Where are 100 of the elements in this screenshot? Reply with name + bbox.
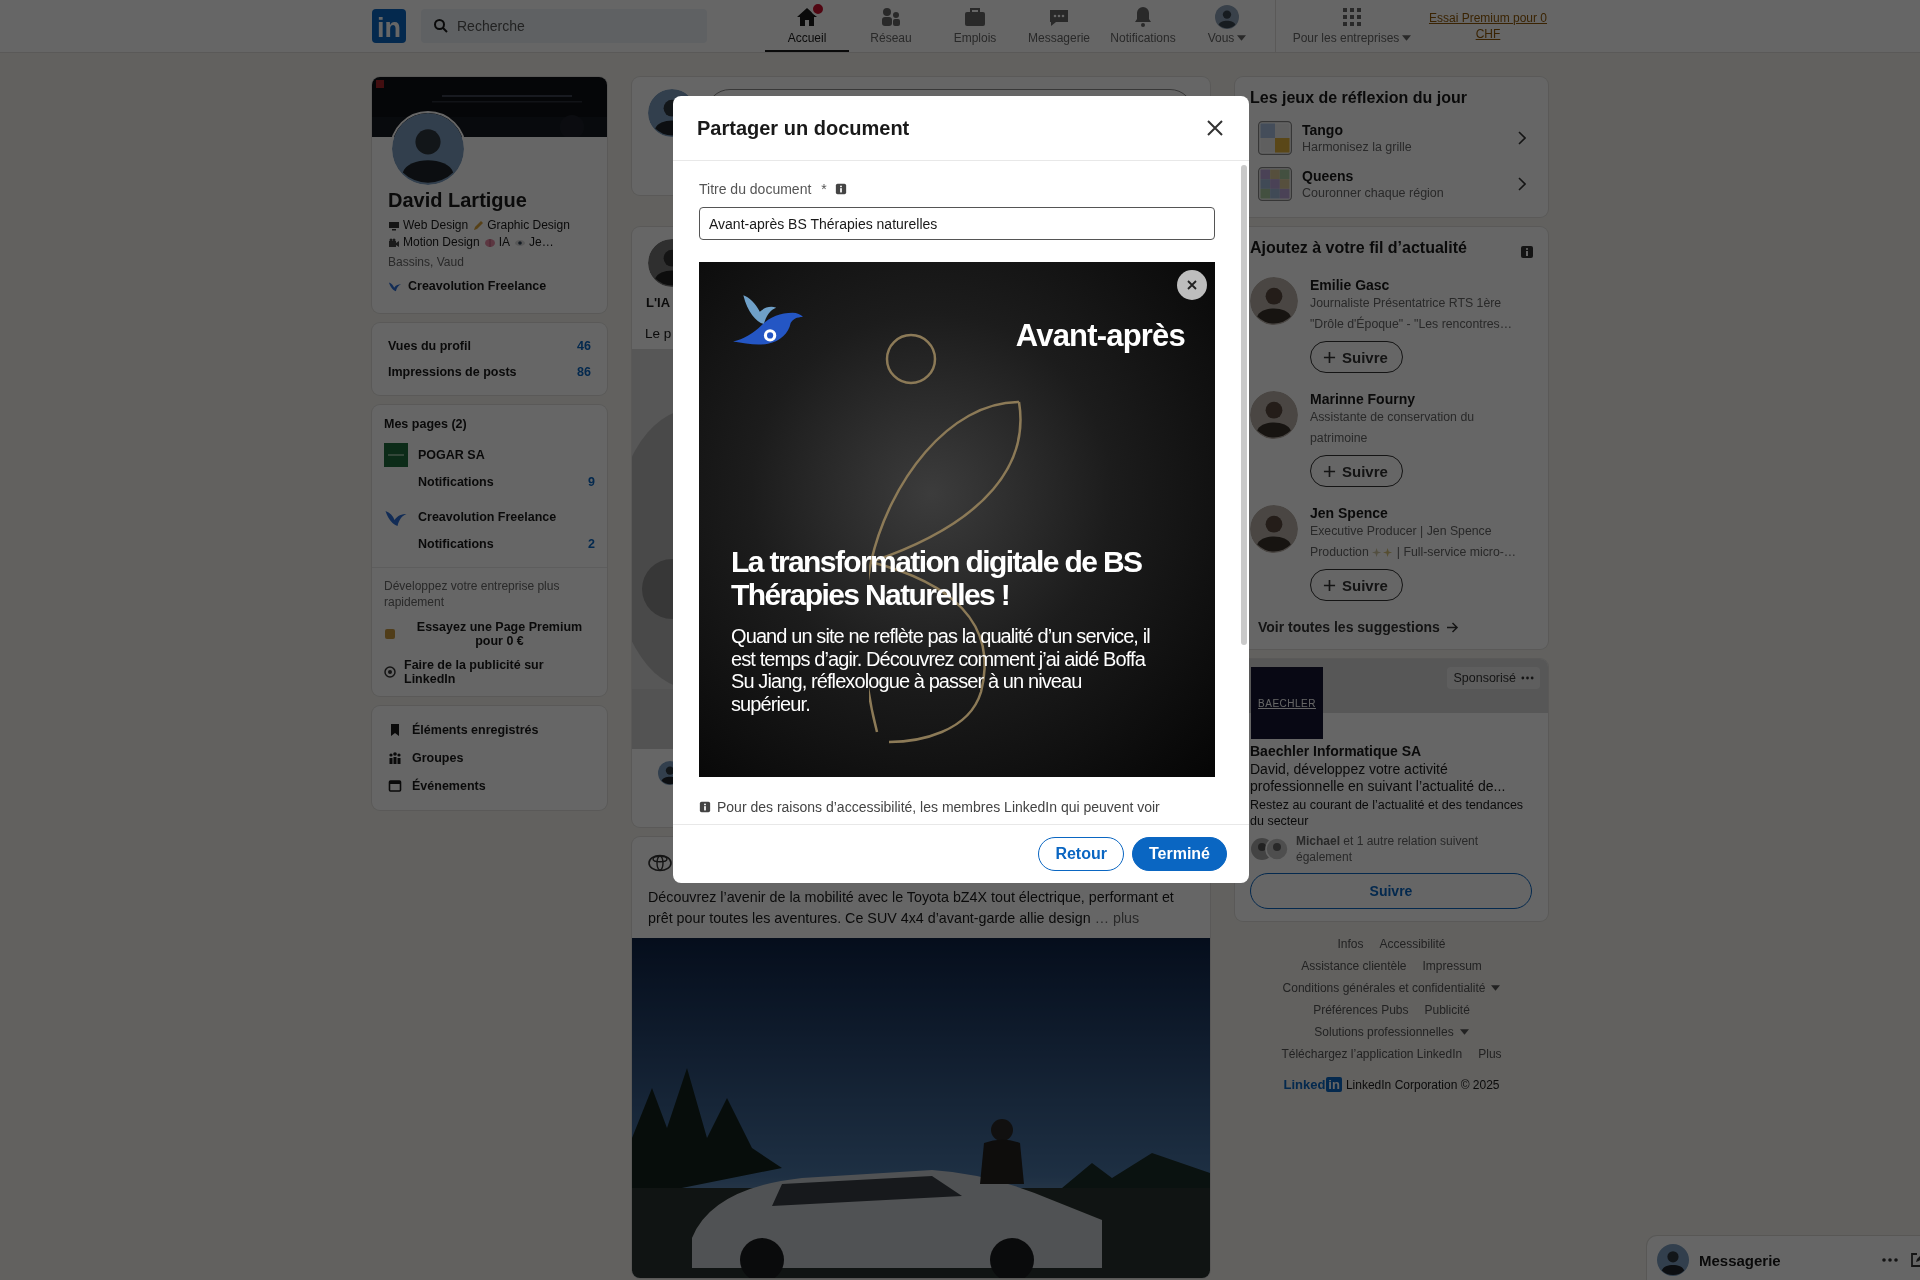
company-name[interactable]: Baechler Informatique SA — [1250, 743, 1532, 759]
caret-icon — [1402, 35, 1412, 41]
notifications-link[interactable]: Notifications — [418, 475, 494, 489]
linkedin-logo: Linked in — [1283, 1077, 1342, 1093]
nav-tab[interactable]: Emplois — [933, 0, 1017, 52]
company-link[interactable]: Creavolution Freelance — [408, 279, 547, 293]
post-author[interactable]: L'IA — [646, 295, 671, 310]
headline-text: Web Design — [403, 218, 469, 233]
field-label: Titre du document — [699, 181, 812, 197]
footer-link[interactable]: Publicité — [1424, 1003, 1470, 1018]
home-icon — [795, 5, 819, 29]
promo-text: Développez votre entreprise plus rapidement — [384, 578, 561, 611]
sparkles-icon — [1371, 547, 1394, 558]
caret-icon — [1237, 35, 1247, 41]
footer-link[interactable]: Préférences Pubs — [1313, 1003, 1409, 1018]
promo-link[interactable]: Essayez une Page Premium pour 0 € — [404, 620, 595, 649]
camera-icon — [388, 236, 400, 249]
nav-tab[interactable]: Vous — [1185, 0, 1269, 52]
document-text: Quand un site ne reflète pas la qualité d’un service, il est temps d’agir. Découvrez comment j’ai aidé Boffa Su Jiang, réflexologue à passer à un niveau supérieur. — [731, 625, 1151, 715]
accessibility-note: Pour des raisons d’accessibilité, les membres LinkedIn qui peuvent voir — [717, 799, 1160, 815]
done-button[interactable]: Terminé — [1131, 837, 1227, 871]
promo-link[interactable]: Faire de la publicité sur LinkedIn — [404, 658, 595, 687]
profile-name[interactable]: David Lartigue — [388, 189, 591, 212]
more-icon — [1521, 676, 1534, 680]
shortcut-link[interactable]: Éléments enregistrés — [412, 723, 539, 738]
people-icon — [388, 751, 402, 766]
info-icon — [834, 183, 847, 195]
headline-text: IA — [498, 235, 511, 250]
search-field[interactable]: Recherche — [421, 9, 707, 43]
plus-icon — [1323, 578, 1336, 592]
post-text: Découvrez l’avenir de la mobilité avec le Toyota bZ4X tout électrique, performant et prêt pour toutes les aventures. Ce SUV 4x4 d’avant-garde allie design … plus — [647, 888, 1175, 928]
footer-link[interactable]: Accessibilité — [1379, 937, 1446, 952]
close-icon[interactable] — [1205, 118, 1225, 138]
shortcut-link[interactable]: Groupes — [412, 751, 464, 766]
suggestions-title: Ajoutez à votre fil d’actualité — [1250, 239, 1467, 257]
scrollbar[interactable] — [1241, 165, 1247, 645]
ad-headline: David, développez votre activité professionnelle en suivant l’actualité de... — [1250, 761, 1507, 795]
notifications-link[interactable]: Notifications — [418, 537, 494, 551]
target-icon — [384, 666, 396, 679]
footer-link[interactable]: Solutions professionnelles — [1314, 1025, 1469, 1040]
follow-button[interactable]: Suivre — [1250, 873, 1532, 910]
follow-button[interactable]: Suivre — [1310, 341, 1403, 373]
caret-icon — [1459, 1029, 1469, 1036]
caret-icon — [1491, 985, 1501, 992]
see-all-link[interactable]: Voir toutes les suggestions — [1250, 619, 1534, 635]
stat-label[interactable]: Impressions de posts — [388, 365, 517, 379]
nav-tab[interactable]: Réseau — [849, 0, 933, 52]
messaging-bar[interactable]: Messagerie — [1647, 1236, 1920, 1280]
sponsored-label[interactable]: Sponsorisé — [1447, 667, 1540, 689]
social-proof-text: Michael et 1 autre relation suivent également — [1296, 833, 1480, 866]
linkedin-logo[interactable]: in — [372, 9, 406, 43]
avatar — [1657, 1244, 1689, 1276]
copyright-text: LinkedIn Corporation © 2025 — [1345, 1077, 1500, 1092]
nav-tab[interactable]: Messagerie — [1017, 0, 1101, 52]
bookmark-icon — [388, 723, 402, 738]
person-name[interactable]: Marinne Fourny — [1310, 391, 1534, 407]
footer-link[interactable]: Infos — [1337, 937, 1364, 952]
nav-tab[interactable]: Notifications — [1101, 0, 1185, 52]
people-icon — [879, 5, 903, 29]
footer-link[interactable]: Téléchargez l’application LinkedIn — [1281, 1047, 1463, 1062]
footer-link[interactable]: Plus — [1478, 1047, 1502, 1062]
ad-text: Restez au courant de l’actualité et des tendances du secteur — [1250, 796, 1525, 830]
shortcut-link[interactable]: Événements — [412, 779, 486, 794]
game-item[interactable]: Tango Harmonisez la grille — [1250, 115, 1534, 161]
person-description: Executive Producer | Jen Spence — [1310, 523, 1492, 540]
see-more-link[interactable]: … plus — [1094, 909, 1140, 926]
follow-button[interactable]: Suivre — [1310, 455, 1403, 487]
company-logo[interactable]: BAECHLER — [1251, 667, 1323, 739]
nav-tab[interactable]: Accueil — [765, 0, 849, 52]
stat-label[interactable]: Vues du profil — [388, 339, 471, 353]
chevron-icon — [1518, 131, 1526, 145]
game-item[interactable]: Queens Couronner chaque région — [1250, 161, 1534, 207]
profile-location: Bassins, Vaud — [388, 255, 465, 269]
person-description: Production — [1310, 544, 1369, 561]
pencil-icon — [472, 219, 485, 232]
headline-text: Motion Design — [403, 235, 480, 250]
footer-link[interactable]: Assistance clientèle — [1301, 959, 1407, 974]
page-name[interactable]: POGAR SA — [418, 448, 485, 462]
person-description: | Full-service micro-… — [1396, 544, 1517, 561]
footer-link[interactable]: Conditions générales et confidentialité — [1282, 981, 1501, 996]
headline-text: Je… — [529, 235, 554, 250]
calendar-icon — [388, 779, 402, 794]
notification-count: 2 — [588, 537, 595, 551]
page-logo-icon — [384, 443, 408, 467]
person-name[interactable]: Jen Spence — [1310, 505, 1534, 521]
title-input[interactable]: Avant-après BS Thérapies naturelles — [699, 207, 1215, 240]
back-button[interactable]: Retour — [1038, 837, 1124, 871]
follow-button[interactable]: Suivre — [1310, 569, 1403, 601]
close-icon — [1186, 279, 1198, 291]
stat-value: 86 — [577, 365, 591, 379]
business-menu[interactable]: Pour les entreprises — [1282, 0, 1422, 52]
arrow-icon — [1445, 621, 1459, 633]
person-name[interactable]: Emilie Gasc — [1310, 277, 1534, 293]
dialog-title: Partager un document — [697, 116, 910, 140]
document-headline: La transformation digitale de BS Thérapies Naturelles ! — [731, 545, 1143, 612]
footer-link[interactable]: Impressum — [1422, 959, 1482, 974]
page-name[interactable]: Creavolution Freelance — [418, 510, 557, 524]
premium-link[interactable]: Essai Premium pour 0 CHF — [1428, 9, 1548, 43]
document-tag: Avant-après — [1015, 318, 1185, 354]
remove-button[interactable] — [1177, 270, 1207, 300]
